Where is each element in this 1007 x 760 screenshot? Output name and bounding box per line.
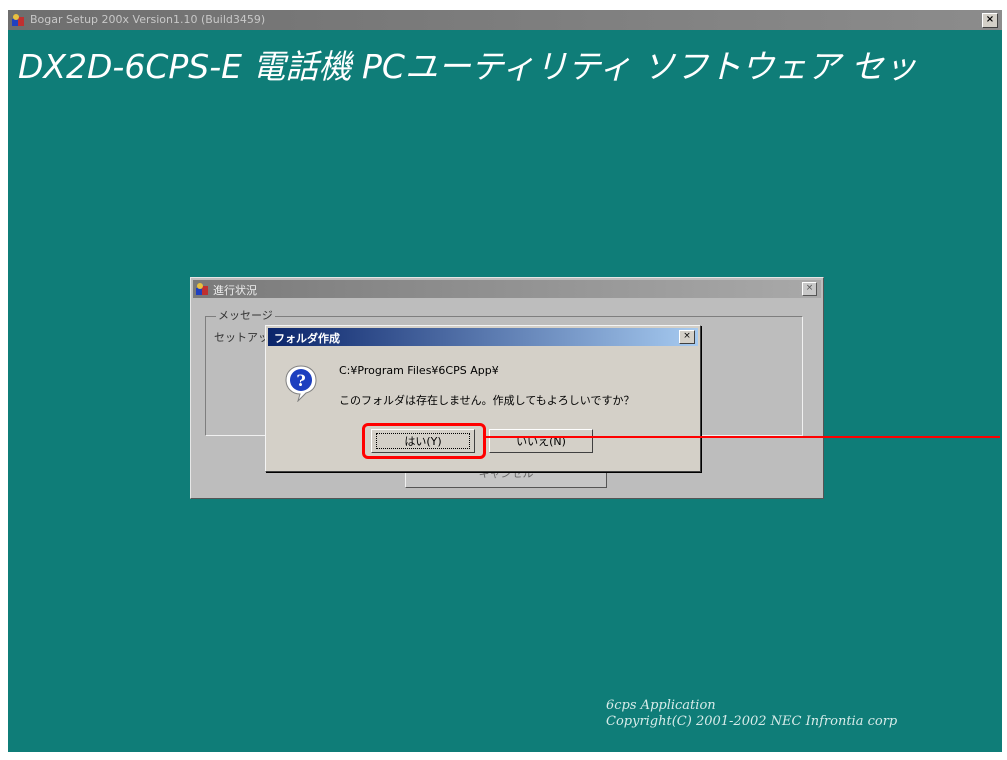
setup-icon [196, 283, 208, 295]
installer-titlebar[interactable]: Bogar Setup 200x Version1.10 (Build3459)… [8, 10, 1002, 30]
installer-title: Bogar Setup 200x Version1.10 (Build3459) [30, 13, 266, 26]
folder-dialog-titlebar[interactable]: フォルダ作成 × [268, 328, 698, 346]
highlight-box [362, 423, 486, 459]
folder-path-text: C:¥Program Files¥6CPS App¥ [339, 364, 499, 377]
footer-app-name: 6cps Application [606, 698, 716, 713]
annotation-pointer-line [486, 436, 1000, 438]
folder-dialog-close-button[interactable]: × [679, 330, 695, 344]
message-label: メッセージ [216, 307, 275, 323]
banner-title: DX2D-6CPS-E 電話機 PCユーティリティ ソフトウェア セッ [18, 47, 917, 86]
footer-copyright: Copyright(C) 2001-2002 NEC Infrontia cor… [606, 714, 898, 729]
installer-close-button[interactable]: × [982, 13, 998, 28]
folder-dialog-title: フォルダ作成 [274, 332, 340, 345]
message-text: セットアッ [214, 331, 269, 344]
question-icon: ? [285, 365, 317, 402]
no-button[interactable]: いいえ(N) [489, 429, 593, 453]
progress-titlebar[interactable]: 進行状況 × [193, 280, 821, 298]
progress-title: 進行状況 [213, 284, 257, 297]
progress-close-button[interactable]: × [802, 282, 817, 296]
svg-text:?: ? [296, 371, 305, 390]
app-icon [12, 14, 24, 26]
folder-question-text: このフォルダは存在しません。作成してもよろしいですか？ [339, 394, 635, 407]
